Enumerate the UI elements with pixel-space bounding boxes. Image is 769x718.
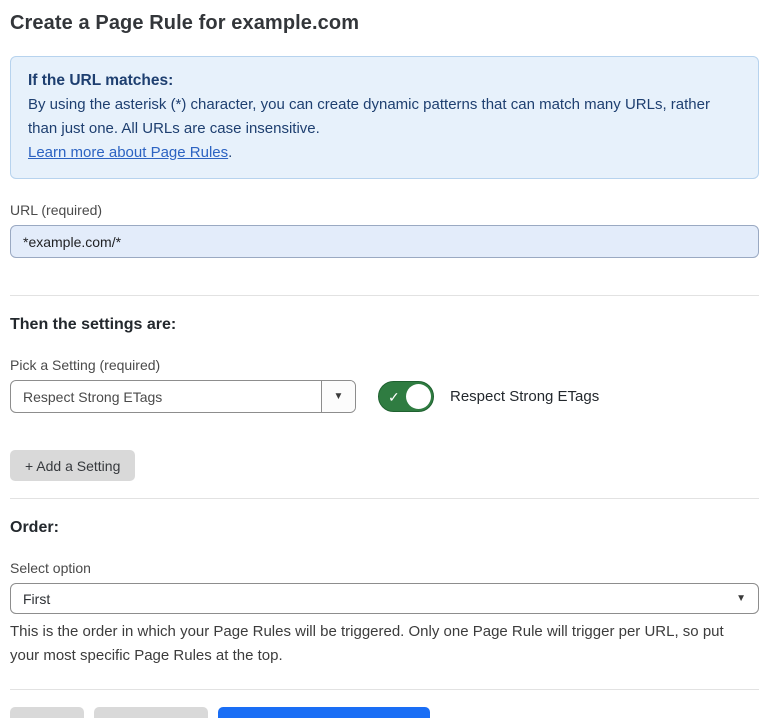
toggle-knob — [406, 384, 431, 409]
link-period: . — [228, 144, 232, 161]
chevron-down-icon: ▼ — [736, 594, 746, 604]
order-select[interactable]: First ▼ — [10, 583, 759, 614]
save-and-deploy-button[interactable]: Save and Deploy Page Rule — [218, 707, 430, 718]
info-box-link-line: Learn more about Page Rules. — [28, 141, 741, 165]
setting-select[interactable]: Respect Strong ETags ▼ — [10, 380, 356, 413]
page-rule-form: Create a Page Rule for example.com If th… — [0, 0, 769, 718]
add-setting-button[interactable]: + Add a Setting — [10, 450, 135, 481]
toggle-label: Respect Strong ETags — [450, 388, 599, 405]
chevron-down-icon: ▼ — [334, 392, 344, 402]
info-box-body: By using the asterisk (*) character, you… — [28, 93, 741, 141]
info-box-heading: If the URL matches: — [28, 69, 741, 93]
url-field-label: URL (required) — [10, 202, 759, 218]
order-help-text: This is the order in which your Page Rul… — [10, 620, 755, 668]
settings-section-heading: Then the settings are: — [10, 316, 759, 334]
section-divider — [10, 498, 759, 499]
section-divider — [10, 295, 759, 296]
cancel-button[interactable]: Cancel — [10, 707, 84, 718]
setting-row: Respect Strong ETags ▼ ✓ Respect Strong … — [10, 380, 759, 413]
select-option-label: Select option — [10, 560, 759, 576]
footer-divider — [10, 689, 759, 690]
setting-select-arrow-cell[interactable]: ▼ — [321, 381, 355, 412]
actions-row: Cancel Save as Draft Save and Deploy Pag… — [10, 707, 759, 718]
order-select-value: First — [23, 591, 736, 607]
respect-strong-etags-toggle[interactable]: ✓ — [378, 381, 434, 412]
url-matches-info-box: If the URL matches: By using the asteris… — [10, 56, 759, 179]
check-icon: ✓ — [388, 390, 400, 404]
pick-setting-label: Pick a Setting (required) — [10, 357, 759, 373]
learn-more-link[interactable]: Learn more about Page Rules — [28, 144, 228, 161]
order-section-heading: Order: — [10, 519, 759, 537]
save-as-draft-button[interactable]: Save as Draft — [94, 707, 209, 718]
page-title: Create a Page Rule for example.com — [10, 12, 759, 35]
setting-select-value: Respect Strong ETags — [11, 381, 321, 412]
url-input[interactable] — [10, 225, 759, 258]
